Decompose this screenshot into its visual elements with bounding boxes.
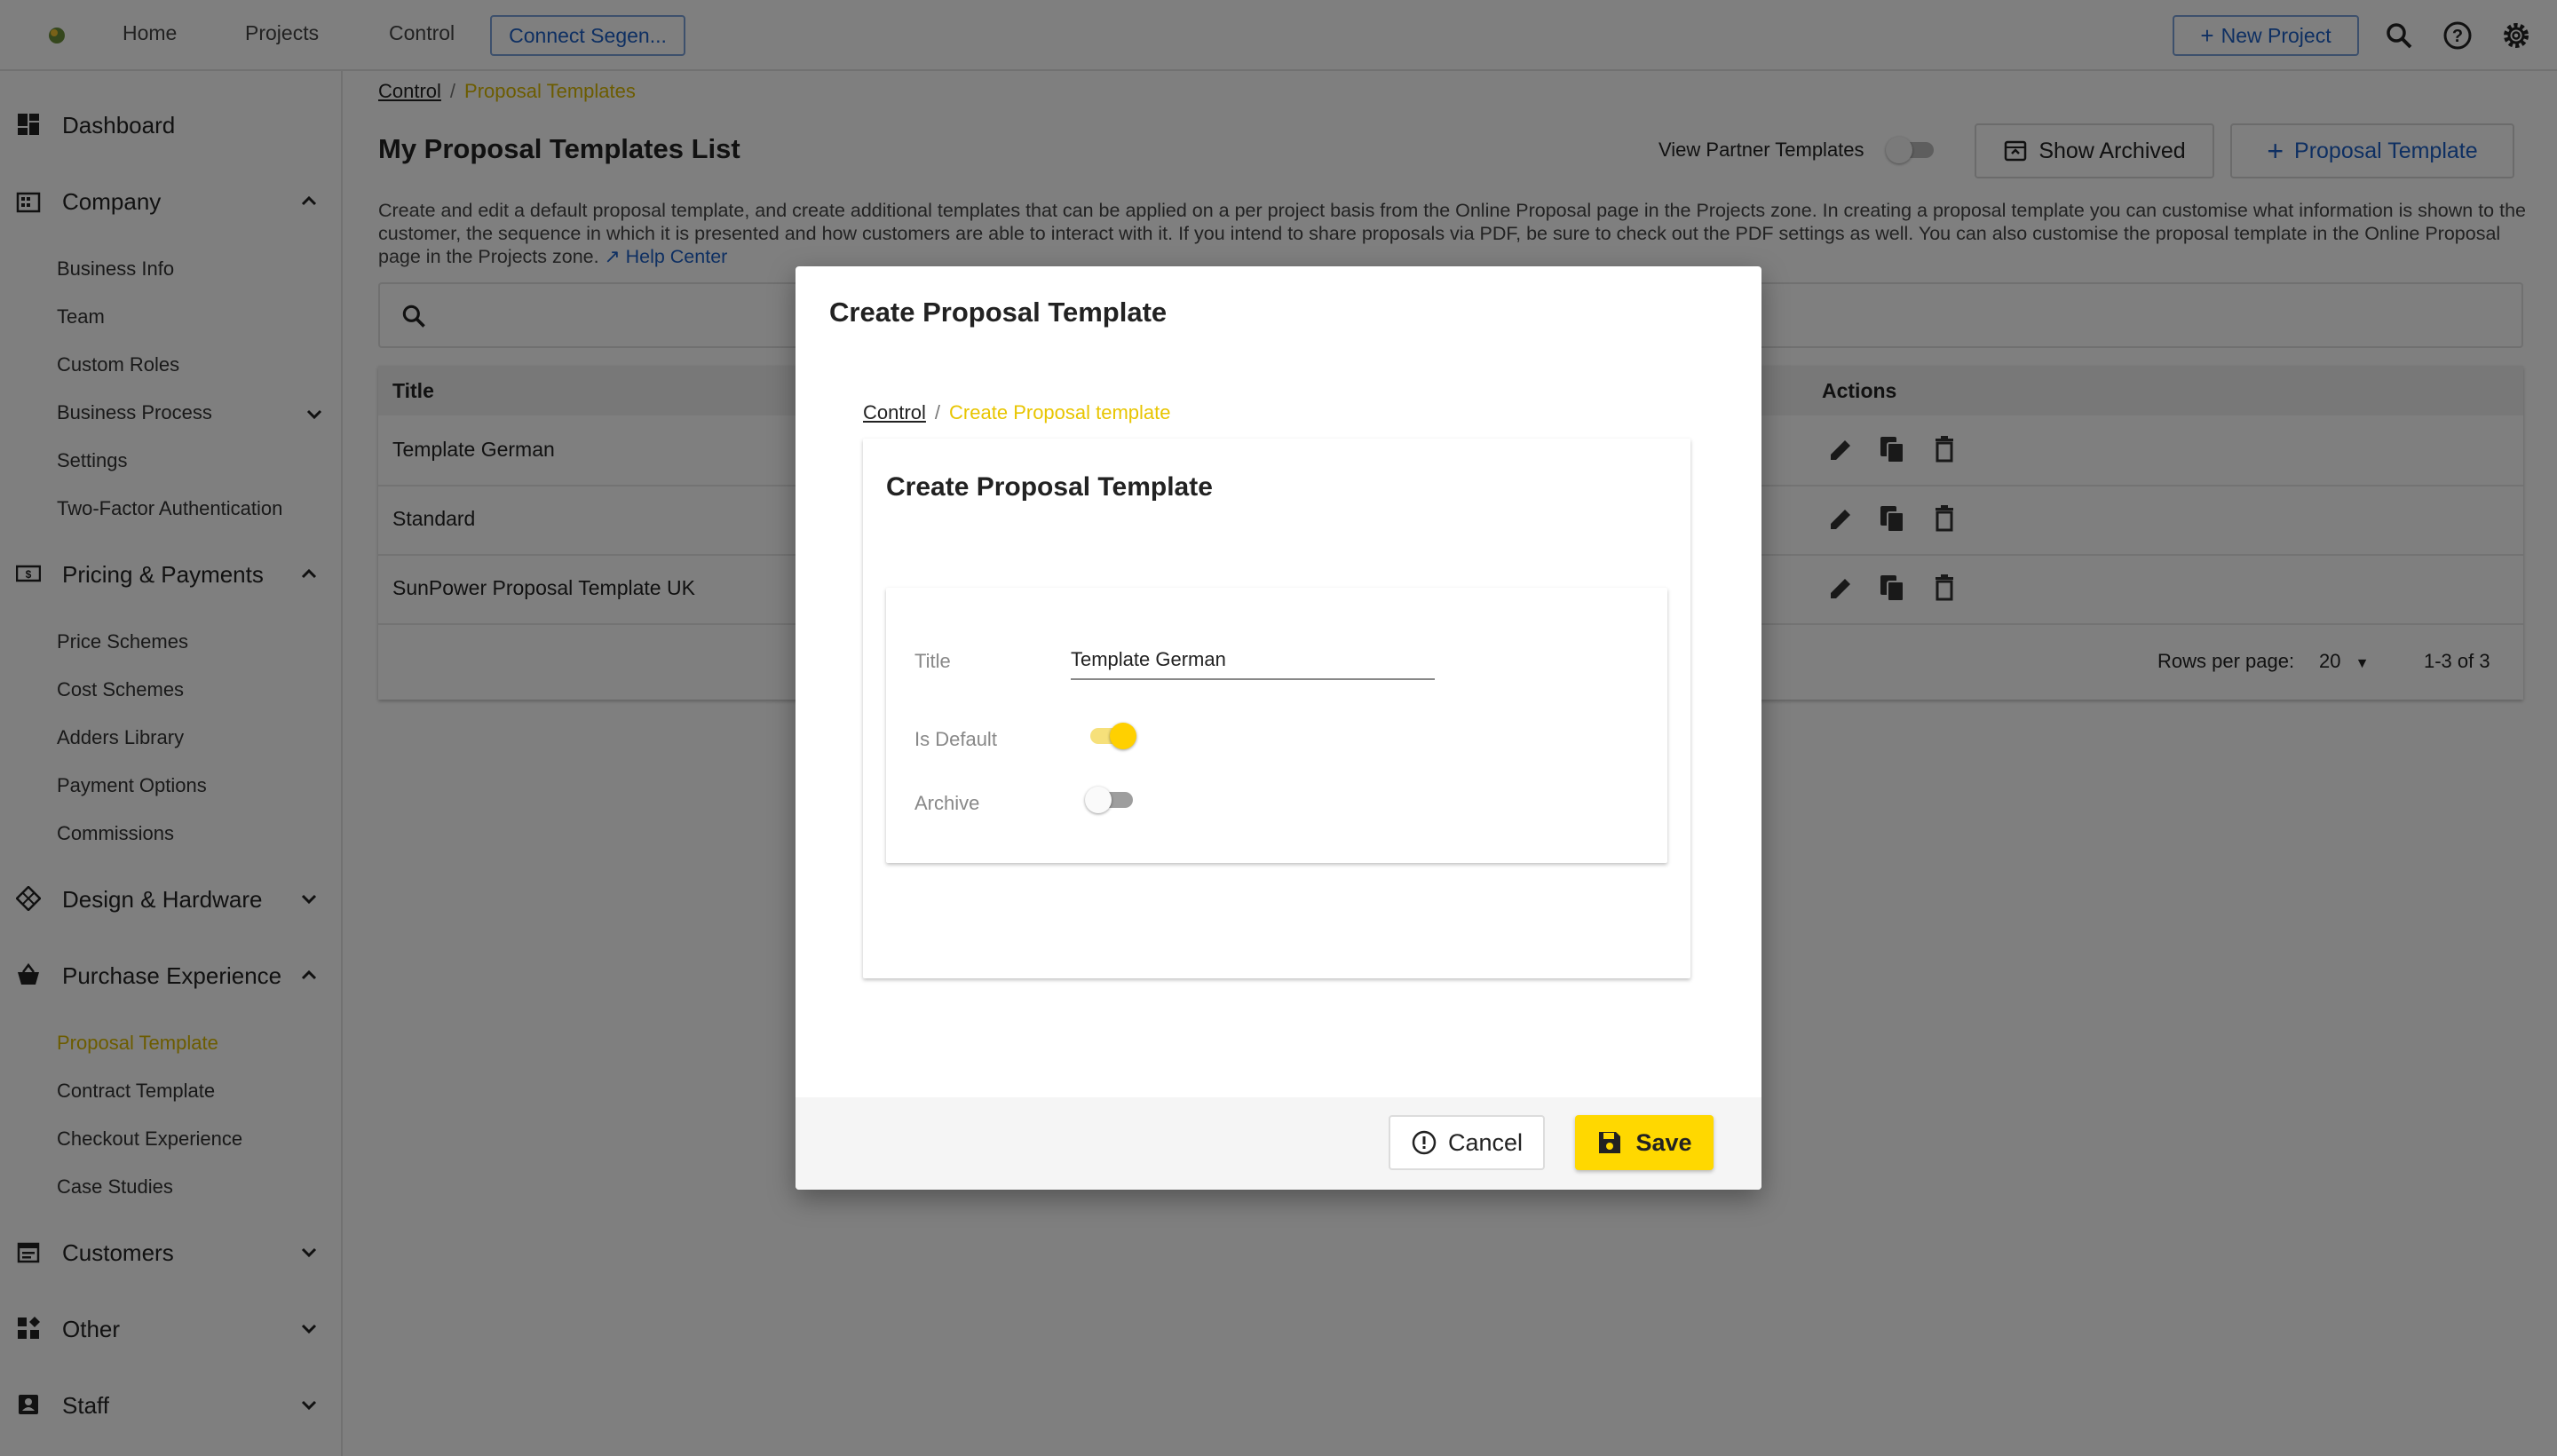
save-button[interactable]: Save: [1575, 1115, 1714, 1170]
template-form-card: Title Is Default Archive: [886, 588, 1667, 863]
is-default-label: Is Default: [914, 728, 997, 750]
dialog-title: Create Proposal Template: [829, 297, 1168, 328]
breadcrumb-separator: /: [934, 401, 941, 423]
form-title: Create Proposal Template: [886, 472, 1213, 502]
is-default-toggle[interactable]: [1083, 719, 1140, 751]
toggle-knob: [1085, 787, 1112, 813]
dialog-footer: Cancel Save: [796, 1097, 1761, 1190]
create-proposal-template-dialog: Create Proposal Template Control / Create …: [796, 266, 1761, 1190]
archive-toggle[interactable]: [1083, 783, 1140, 815]
toggle-knob: [1110, 723, 1136, 749]
dialog-breadcrumb-current: Create Proposal template: [949, 401, 1171, 423]
cancel-label: Cancel: [1447, 1128, 1524, 1156]
save-label: Save: [1635, 1128, 1692, 1156]
template-form-container: Create Proposal Template Title Is Defaul…: [863, 439, 1690, 978]
dialog-breadcrumb-control-link[interactable]: Control: [863, 401, 926, 423]
title-field-label: Title: [914, 650, 951, 672]
title-input[interactable]: [1071, 641, 1435, 680]
cancel-button[interactable]: Cancel: [1389, 1115, 1545, 1170]
archive-label: Archive: [914, 792, 980, 814]
info-icon: [1412, 1130, 1437, 1155]
save-icon: [1599, 1132, 1621, 1153]
dialog-breadcrumb: Control / Create Proposal template: [863, 401, 1171, 424]
